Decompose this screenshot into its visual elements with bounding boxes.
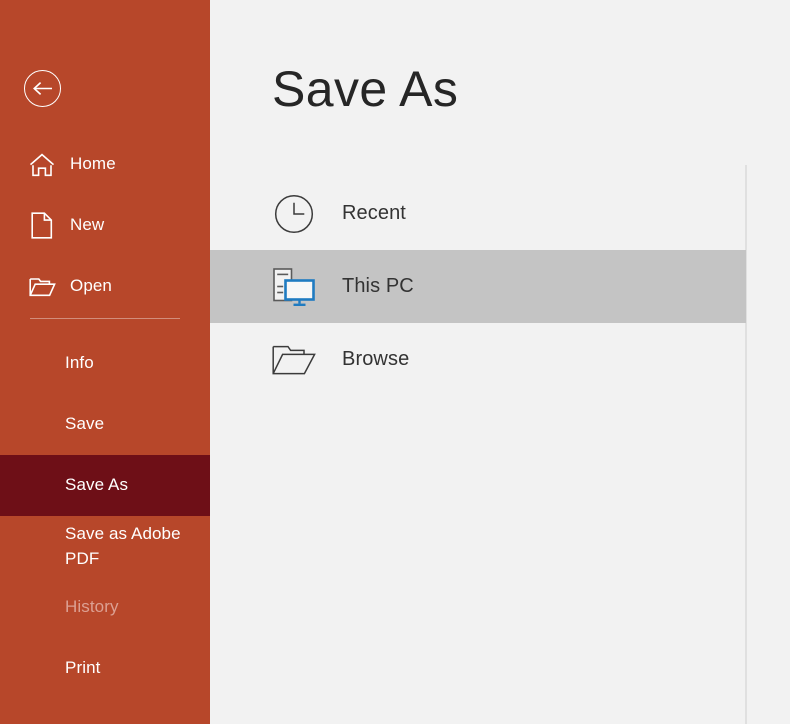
destination-browse[interactable]: Browse bbox=[210, 323, 746, 396]
sidebar-item-label: Save As bbox=[65, 475, 129, 495]
sidebar-item-label: Home bbox=[70, 154, 116, 174]
sidebar-item-open[interactable]: Open bbox=[0, 256, 210, 317]
destination-recent[interactable]: Recent bbox=[210, 177, 746, 250]
page-title: Save As bbox=[272, 61, 459, 117]
computer-icon bbox=[272, 265, 316, 309]
sidebar-item-save-as-adobe-pdf[interactable]: Save as Adobe PDF bbox=[0, 516, 210, 577]
home-icon bbox=[28, 151, 56, 179]
sidebar-item-home[interactable]: Home bbox=[0, 134, 210, 195]
sidebar-item-save[interactable]: Save bbox=[0, 394, 210, 455]
destination-label: Browse bbox=[342, 348, 410, 370]
sidebar-item-label: Print bbox=[65, 658, 101, 678]
sidebar-item-label: History bbox=[65, 597, 119, 617]
sidebar-item-label: Open bbox=[70, 276, 112, 296]
back-button[interactable] bbox=[24, 70, 61, 107]
sidebar-item-save-as[interactable]: Save As bbox=[0, 455, 210, 516]
sidebar: Home New Open Info Save Save As Save as … bbox=[0, 0, 210, 724]
sidebar-item-label: Save as Adobe PDF bbox=[65, 524, 181, 568]
sidebar-item-print[interactable]: Print bbox=[0, 638, 210, 699]
sidebar-divider bbox=[30, 318, 180, 319]
sidebar-top-nav: Home New Open bbox=[0, 134, 210, 317]
new-document-icon bbox=[28, 212, 56, 240]
sidebar-item-history: History bbox=[0, 577, 210, 638]
destination-label: Recent bbox=[342, 202, 406, 224]
open-folder-icon bbox=[272, 338, 316, 382]
backstage-view: Home New Open Info Save Save As Save as … bbox=[0, 0, 790, 724]
sidebar-item-new[interactable]: New bbox=[0, 195, 210, 256]
sidebar-item-label: New bbox=[70, 215, 105, 235]
arrow-left-circle-icon bbox=[32, 81, 53, 96]
sidebar-bottom-nav: Info Save Save As Save as Adobe PDF Hist… bbox=[0, 333, 210, 699]
save-destination-list: Recent This PC Browse bbox=[210, 177, 746, 396]
clock-icon bbox=[272, 192, 316, 236]
sidebar-item-label: Info bbox=[65, 353, 94, 373]
open-folder-icon bbox=[28, 273, 56, 301]
sidebar-item-info[interactable]: Info bbox=[0, 333, 210, 394]
destination-label: This PC bbox=[342, 275, 414, 297]
main-panel: Save As Recent This PC Browse bbox=[210, 0, 790, 724]
sidebar-item-label: Save bbox=[65, 414, 105, 434]
destination-this-pc[interactable]: This PC bbox=[210, 250, 746, 323]
